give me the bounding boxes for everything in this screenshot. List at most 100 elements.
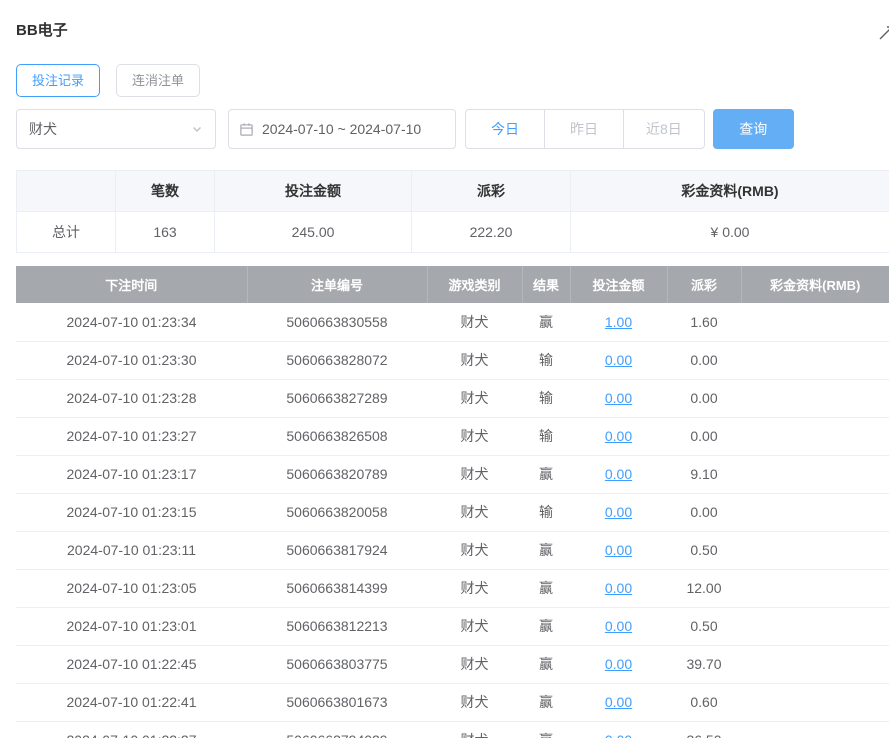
cell-game: 财犬: [427, 683, 522, 721]
bet-amount-link[interactable]: 0.00: [605, 694, 632, 710]
cell-bet: 0.00: [570, 455, 667, 493]
summary-total-payout: 222.20: [412, 212, 571, 253]
cell-time: 2024-07-10 01:23:17: [16, 455, 247, 493]
bet-amount-link[interactable]: 0.00: [605, 504, 632, 520]
cell-payout: 0.00: [667, 341, 741, 379]
cell-payout: 0.00: [667, 379, 741, 417]
cell-result: 赢: [522, 645, 570, 683]
quick-date-group: 今日 昨日 近8日: [465, 109, 705, 149]
summary-total-count: 163: [116, 212, 215, 253]
column-header-payout: 派彩: [667, 266, 741, 303]
cell-game: 财犬: [427, 303, 522, 341]
cell-game: 财犬: [427, 569, 522, 607]
cell-bet: 0.00: [570, 683, 667, 721]
table-row: 2024-07-10 01:22:415060663801673财犬赢0.000…: [16, 683, 889, 721]
cell-bonus: [741, 721, 889, 738]
cell-result: 赢: [522, 607, 570, 645]
cell-bonus: [741, 341, 889, 379]
bet-amount-link[interactable]: 0.00: [605, 580, 632, 596]
cell-bet: 0.00: [570, 721, 667, 738]
cell-bet: 0.00: [570, 645, 667, 683]
bet-amount-link[interactable]: 0.00: [605, 466, 632, 482]
cell-payout: 0.00: [667, 417, 741, 455]
expand-icon[interactable]: [877, 24, 889, 42]
table-row: 2024-07-10 01:23:015060663812213财犬赢 0.00 0…: [16, 607, 889, 645]
date-range-picker[interactable]: 2024-07-10 ~ 2024-07-10: [228, 109, 456, 149]
bet-amount-link[interactable]: 0.00: [605, 428, 632, 444]
column-header-result: 结果: [522, 266, 570, 303]
cell-order_id: 5060663801673: [247, 683, 427, 721]
cell-bet: 0.00: [570, 417, 667, 455]
cell-result: 赢: [522, 569, 570, 607]
cell-bonus: [741, 531, 889, 569]
cell-payout: 0.50: [667, 531, 741, 569]
cell-result: 赢: [522, 721, 570, 738]
summary-header-payout: 派彩: [412, 171, 571, 212]
yesterday-button[interactable]: 昨日: [544, 109, 624, 149]
cell-order_id: 5060663812213: [247, 607, 427, 645]
bet-amount-link[interactable]: 1.00: [605, 314, 632, 330]
search-button[interactable]: 查询: [713, 109, 794, 149]
table-row: 2024-07-10 01:23:275060663826508财犬输 0.00 0…: [16, 417, 889, 455]
calendar-icon: [239, 122, 254, 137]
tab-cancelled-orders[interactable]: 连消注单: [116, 64, 200, 97]
cell-order_id: 5060663814399: [247, 569, 427, 607]
cell-bet: 1.00: [570, 303, 667, 341]
cell-bonus: [741, 455, 889, 493]
bet-amount-link[interactable]: 0.00: [605, 618, 632, 634]
table-row: 2024-07-10 01:23:055060663814399财犬赢0.001…: [16, 569, 889, 607]
table-row: 2024-07-10 01:22:455060663803775财犬赢0.003…: [16, 645, 889, 683]
bet-table-header-row: 下注时间注单编号游戏类别结果投注金额派彩彩金资料(RMB): [16, 266, 889, 303]
cell-payout: 0.60: [667, 683, 741, 721]
summary-header-count: 笔数: [116, 171, 215, 212]
table-row: 2024-07-10 01:23:155060663820058财犬输0.000…: [16, 493, 889, 531]
cell-game: 财犬: [427, 417, 522, 455]
summary-total-bonus: ¥ 0.00: [571, 212, 889, 253]
today-button[interactable]: 今日: [465, 109, 545, 149]
cell-result: 赢: [522, 683, 570, 721]
cell-bet: 0.00: [570, 569, 667, 607]
cell-payout: 12.00: [667, 569, 741, 607]
summary-header-row: 笔数 投注金额 派彩 彩金资料(RMB): [17, 171, 889, 212]
tab-bet-records[interactable]: 投注记录: [16, 64, 100, 97]
cell-order_id: 5060663828072: [247, 341, 427, 379]
page-title: BB电子: [16, 0, 889, 40]
cell-game: 财犬: [427, 645, 522, 683]
cell-result: 输: [522, 493, 570, 531]
table-row: 2024-07-10 01:23:345060663830558财犬赢1.001…: [16, 303, 889, 341]
game-select[interactable]: 财犬: [16, 109, 216, 149]
cell-payout: 39.70: [667, 645, 741, 683]
cell-time: 2024-07-10 01:23:01: [16, 607, 247, 645]
cell-result: 输: [522, 379, 570, 417]
last-8-days-button[interactable]: 近8日: [623, 109, 705, 149]
summary-total-bet-amount: 245.00: [215, 212, 412, 253]
cell-payout: 0.00: [667, 493, 741, 531]
bet-amount-link[interactable]: 0.00: [605, 656, 632, 672]
cell-bet: 0.00: [570, 493, 667, 531]
cell-game: 财犬: [427, 607, 522, 645]
table-row: 2024-07-10 01:23:305060663828072财犬输0.000…: [16, 341, 889, 379]
cell-time: 2024-07-10 01:23:28: [16, 379, 247, 417]
cell-bonus: [741, 417, 889, 455]
bet-amount-link[interactable]: 0.00: [605, 352, 632, 368]
summary-total-label: 总计: [17, 212, 116, 253]
cell-game: 财犬: [427, 455, 522, 493]
summary-header-bet-amount: 投注金额: [215, 171, 412, 212]
column-header-order_id: 注单编号: [247, 266, 427, 303]
cell-result: 输: [522, 417, 570, 455]
table-row: 2024-07-10 01:23:115060663817924财犬赢0.000…: [16, 531, 889, 569]
bet-amount-link[interactable]: 0.00: [605, 732, 632, 738]
summary-total-row: 总计 163 245.00 222.20 ¥ 0.00: [17, 212, 889, 253]
column-header-bet: 投注金额: [570, 266, 667, 303]
cell-time: 2024-07-10 01:23:27: [16, 417, 247, 455]
bet-amount-link[interactable]: 0.00: [605, 390, 632, 406]
table-row: 2024-07-10 01:22:275060663794029财犬赢0.003…: [16, 721, 889, 738]
game-select-value: 财犬: [29, 119, 57, 139]
cell-time: 2024-07-10 01:22:45: [16, 645, 247, 683]
cell-order_id: 5060663826508: [247, 417, 427, 455]
table-row: 2024-07-10 01:23:285060663827289财犬输0.000…: [16, 379, 889, 417]
cell-payout: 0.50: [667, 607, 741, 645]
date-range-value: 2024-07-10 ~ 2024-07-10: [262, 121, 421, 137]
summary-table: 笔数 投注金额 派彩 彩金资料(RMB) 总计 163 245.00 222.2…: [16, 170, 889, 253]
bet-amount-link[interactable]: 0.00: [605, 542, 632, 558]
